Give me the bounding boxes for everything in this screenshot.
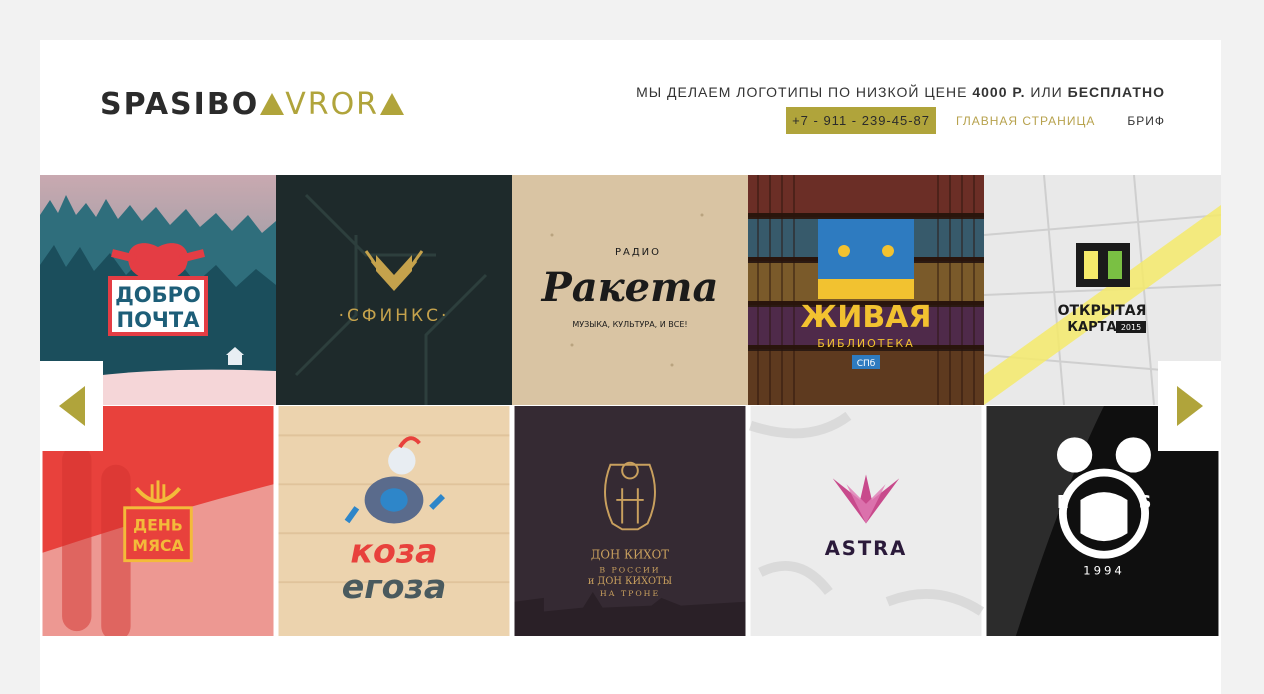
zhivaya-line1: ЖИВАЯ [800,300,931,335]
dobro-pochta-line2: ПОЧТА [117,308,201,332]
nav-home-link[interactable]: ГЛАВНАЯ СТРАНИЦА [956,114,1095,128]
portfolio-grid: ДОБРО ПОЧТА ·СФИНКС· РАДИО Ракета МУЗЫКА… [40,175,1221,641]
portfolio-item-sfinks[interactable]: ·СФИНКС· [276,175,512,405]
slider-next-button[interactable] [1158,361,1221,451]
den-myasa-line1: ДЕНЬ [133,515,183,534]
logo-triangle-icon [260,93,285,115]
es-year: 1994 [1083,563,1125,577]
header-nav: +7 - 911 - 239-45-87 ГЛАВНАЯ СТРАНИЦА БР… [786,107,1165,134]
logo-first-word: SPASIBO [100,86,260,122]
logo-second-word: VROR [259,87,405,122]
raketa-slogan: МУЗЫКА, КУЛЬТУРА, И ВСЕ! [572,320,687,329]
dobro-pochta-line1: ДОБРО [115,283,201,307]
portfolio-item-zhivaya-biblioteka[interactable]: ЖИВАЯ БИБЛИОТЕКА СПб [748,175,984,405]
karta-line1: ОТКРЫТАЯ [1058,303,1147,319]
zhivaya-biblioteka-artwork: ЖИВАЯ БИБЛИОТЕКА СПб [748,175,984,405]
zhivaya-badge: СПб [857,359,876,369]
page-container: SPASIBO VROR МЫ ДЕЛАЕМ ЛОГОТИПЫ ПО НИЗКО… [40,40,1221,694]
don-kihot-artwork: ДОН КИХОТ В РОССИИ и ДОН КИХОТЫ НА ТРОНЕ [514,406,746,636]
raketa-artwork: РАДИО Ракета МУЗЫКА, КУЛЬТУРА, И ВСЕ! [512,175,748,405]
nav-brief-link[interactable]: БРИФ [1127,114,1165,128]
don-kihot-line3: и ДОН КИХОТЫ [588,576,673,587]
koza-line2: егоза [342,567,447,606]
raketa-name: Ракета [541,264,719,311]
den-myasa-line2: МЯСА [132,536,184,555]
raketa-top: РАДИО [615,247,661,258]
portfolio-item-raketa[interactable]: РАДИО Ракета МУЗЫКА, КУЛЬТУРА, И ВСЕ! [512,175,748,405]
karta-badge: 2015 [1121,323,1141,332]
koza-egoza-artwork: коза егоза [278,406,510,636]
es-letter-left: E [1057,493,1069,513]
zhivaya-line2: БИБЛИОТЕКА [817,337,914,350]
triangle-left-icon [58,386,85,426]
don-kihot-line4: НА ТРОНЕ [600,589,660,598]
karta-line2: КАРТА [1067,320,1116,335]
es-letter-right: S [1139,493,1152,513]
phone-number[interactable]: +7 - 911 - 239-45-87 [786,107,936,134]
sfinks-name: ·СФИНКС· [339,306,450,326]
astra-artwork: ASTRA [748,406,984,636]
portfolio-item-koza-egoza[interactable]: коза егоза [276,406,512,636]
site-logo[interactable]: SPASIBO VROR [100,84,405,124]
don-kihot-line2: В РОССИИ [599,565,660,574]
tagline-free: БЕСПЛАТНО [1067,84,1165,100]
portfolio-item-astra[interactable]: ASTRA [748,406,984,636]
don-kihot-line1: ДОН КИХОТ [591,548,669,562]
portfolio-item-don-kihot[interactable]: ДОН КИХОТ В РОССИИ и ДОН КИХОТЫ НА ТРОНЕ [512,406,748,636]
tagline-price: 4000 Р. [972,84,1026,100]
astra-name: ASTRA [825,537,908,560]
logo-second-text: VROR [285,86,380,122]
sfinks-artwork: ·СФИНКС· [276,175,512,405]
tagline: МЫ ДЕЛАЕМ ЛОГОТИПЫ ПО НИЗКОЙ ЦЕНЕ 4000 Р… [636,84,1165,100]
triangle-right-icon [1176,386,1203,426]
koza-line1: коза [350,532,437,571]
logo-triangle-icon [380,93,405,115]
tagline-part1: МЫ ДЕЛАЕМ ЛОГОТИПЫ ПО НИЗКОЙ ЦЕНЕ [636,84,973,100]
tagline-part2: ИЛИ [1025,84,1068,100]
slider-prev-button[interactable] [40,361,103,451]
